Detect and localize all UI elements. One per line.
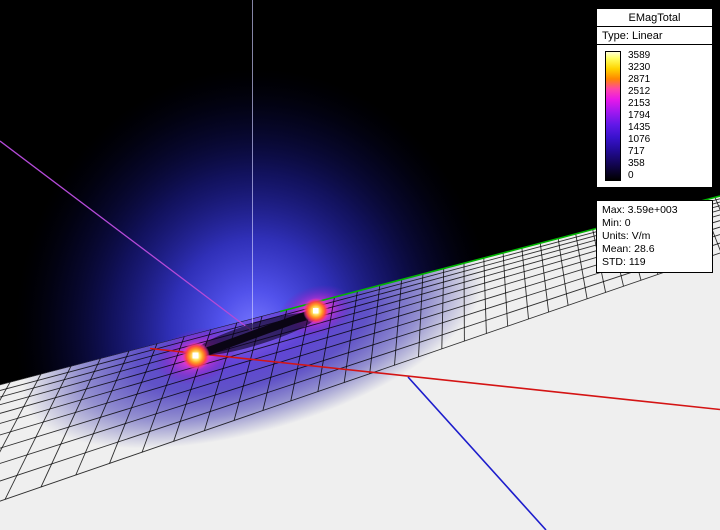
stat-std: STD: 119	[602, 256, 712, 269]
legend-type-label: Type: Linear	[597, 27, 712, 45]
colorbar	[605, 51, 621, 181]
legend-scale: 3589 3230 2871 2512 2153 1794 1435 1076 717 358 0	[597, 45, 712, 187]
legend-tick-label: 1076	[628, 135, 650, 145]
legend-tick-label: 2512	[628, 87, 650, 97]
legend-tick-label: 2871	[628, 75, 650, 85]
legend-tick-label: 2153	[628, 99, 650, 109]
hotspot-pixel-left	[193, 353, 199, 359]
stat-units: Units: V/m	[602, 230, 712, 243]
legend-tick-label: 717	[628, 147, 650, 157]
legend-tick-label: 3230	[628, 63, 650, 73]
legend-tick-label: 1435	[628, 123, 650, 133]
stat-min: Min: 0	[602, 217, 712, 230]
legend-panel: EMagTotal Type: Linear 3589 3230 2871 2512 2…	[596, 8, 713, 188]
legend-tick-list: 3589 3230 2871 2512 2153 1794 1435 1076 717 358 0	[628, 51, 650, 181]
legend-tick-label: 0	[628, 171, 650, 181]
stats-panel: Max: 3.59e+003 Min: 0 Units: V/m Mean: 2…	[596, 200, 713, 273]
legend-tick-label: 358	[628, 159, 650, 169]
simulation-viewport[interactable]: EMagTotal Type: Linear 3589 3230 2871 2512 2…	[0, 0, 720, 530]
stat-mean: Mean: 28.6	[602, 243, 712, 256]
legend-title: EMagTotal	[597, 9, 712, 27]
stat-max: Max: 3.59e+003	[602, 204, 712, 217]
hotspot-pixel-right	[313, 308, 319, 314]
legend-tick-label: 3589	[628, 51, 650, 61]
legend-tick-label: 1794	[628, 111, 650, 121]
